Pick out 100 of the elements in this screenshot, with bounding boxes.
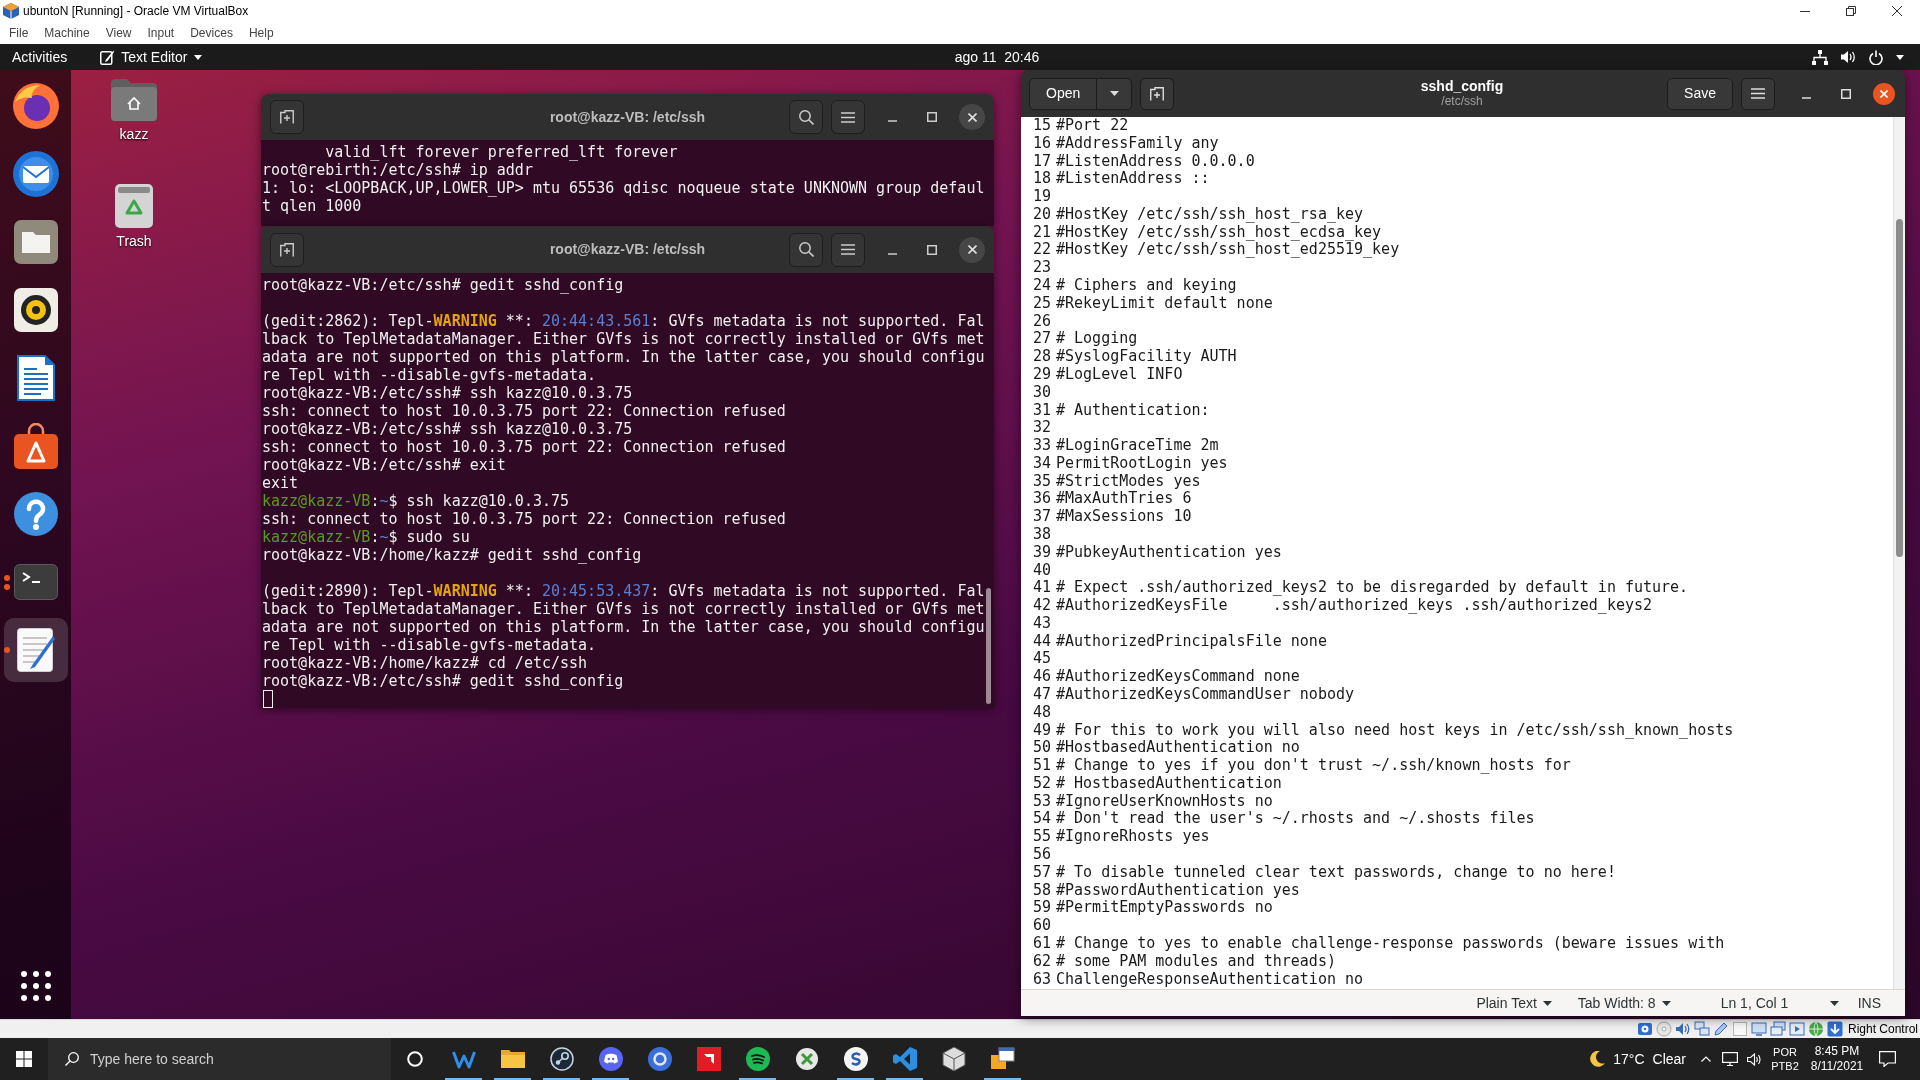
network-icon (1693, 1021, 1710, 1037)
menu-button[interactable] (1741, 77, 1775, 110)
line-number: 23 (1033, 259, 1051, 278)
insert-mode: INS (1857, 993, 1881, 1013)
close-button[interactable] (959, 236, 985, 263)
close-icon (1892, 6, 1902, 16)
minimize-icon (887, 252, 897, 255)
sound-waves-icon (745, 1047, 770, 1071)
text-editor-icon (100, 49, 115, 65)
scrollbar[interactable] (1896, 219, 1903, 557)
weather-button[interactable]: 17°C Clear (1582, 1038, 1694, 1080)
terminal-line: t qlen 1000 (262, 197, 362, 215)
terminal-line: lback to TeplMetadataManager. Either GVfs is not correctly installed or GVfs met (262, 600, 985, 618)
search-button[interactable] (789, 100, 823, 134)
code-line: # For this to work you will also need host keys in /etc/ssh/ssh_known_hosts (1056, 721, 1734, 740)
dock-item[interactable] (4, 618, 68, 682)
line-number: 50 (1033, 739, 1051, 758)
controller-icon (598, 1047, 623, 1071)
folder-icon (500, 1047, 525, 1071)
text-editor-icon (17, 628, 55, 672)
code-line: # Ciphers and keying (1056, 277, 1237, 295)
clock-button[interactable]: 8:45 PM 8/11/2021 (1804, 1038, 1870, 1080)
line-number: 20 (1033, 205, 1051, 224)
code-line: #AuthorizedPrincipalsFile none (1056, 632, 1327, 651)
icon-label: Trash (116, 233, 152, 249)
tab-width-button[interactable]: Tab Width: 8 (1577, 992, 1671, 1014)
search-icon (798, 242, 814, 257)
line-number: 24 (1033, 277, 1051, 295)
new-tab-button[interactable] (270, 100, 304, 134)
terminal-line: root@kazz-VB:/etc/ssh# exit (262, 456, 506, 474)
line-number: 42 (1033, 597, 1051, 615)
search-icon (798, 109, 814, 125)
line-number: 36 (1033, 490, 1051, 509)
language-button[interactable]: POR PTB2 (1766, 1038, 1804, 1080)
search-button[interactable] (789, 232, 823, 267)
circle-icon[interactable] (407, 1051, 423, 1067)
notification-icon[interactable] (1878, 1051, 1896, 1067)
new-tab-button[interactable] (270, 232, 304, 267)
caret-down-icon (1896, 54, 1904, 60)
cube-icon (3, 3, 19, 19)
clock[interactable]: ago 11 20:46 (948, 44, 1046, 70)
caret-down-icon (1109, 91, 1119, 96)
code-line: #HostKey /etc/ssh/ssh_host_ed25519_key (1056, 241, 1400, 260)
line-number: 48 (1033, 703, 1051, 722)
line-number: 51 (1033, 757, 1051, 775)
open-button[interactable]: Open (1029, 77, 1098, 110)
terminal-line: root@kazz-VB:/etc/ssh# gedit sshd_config (262, 672, 624, 690)
line-number: 52 (1033, 774, 1051, 793)
new-document-button[interactable] (1140, 77, 1175, 110)
save-button[interactable]: Save (1667, 77, 1733, 110)
caret-down-icon (194, 54, 203, 60)
home-folder-icon[interactable] (111, 79, 157, 121)
code-line: # Authentication: (1056, 401, 1210, 420)
menu-item[interactable]: Help (248, 26, 274, 40)
activities-button[interactable]: Activities (0, 44, 80, 70)
menu-icon (1751, 88, 1765, 99)
audio-icon (1674, 1021, 1691, 1037)
help-icon (14, 492, 58, 536)
minimize-icon (1800, 10, 1810, 12)
menu-item[interactable]: Devices (190, 26, 233, 40)
terminal-line: kazz@kazz-VB:~$ ssh kazz@10.0.3.75 (262, 492, 570, 510)
app-menu-button[interactable]: Text Editor (100, 44, 203, 70)
arrow-down-icon (1826, 1021, 1843, 1037)
close-button[interactable] (1873, 82, 1895, 105)
close-icon (967, 112, 977, 122)
menu-item[interactable]: Input (147, 26, 175, 40)
menu-button[interactable] (831, 100, 865, 134)
code-line: #MaxSessions 10 (1056, 508, 1192, 526)
code-ribbon-icon (892, 1047, 917, 1071)
scrollbar[interactable] (986, 588, 991, 704)
line-number: 63 (1033, 970, 1051, 989)
close-button[interactable] (959, 104, 985, 130)
menu-button[interactable] (831, 232, 865, 267)
menu-item[interactable]: View (105, 26, 132, 40)
document-icon (17, 355, 55, 401)
line-number: 40 (1033, 561, 1051, 580)
line-number: 19 (1033, 188, 1051, 206)
line-number: 31 (1033, 401, 1051, 420)
line-number: 15 (1033, 117, 1051, 135)
minimize-icon (1801, 96, 1811, 99)
cursor-position-button[interactable]: Ln 1, Col 1 (1720, 992, 1839, 1014)
code-line: # Change to yes to enable challenge-response passwords (beware issues with (1056, 934, 1725, 953)
code-line: #PubkeyAuthentication yes (1056, 543, 1282, 562)
search-field[interactable]: Type here to search (48, 1038, 391, 1080)
moon-icon (1590, 1051, 1606, 1067)
new-tab-icon (1150, 86, 1165, 101)
language-button[interactable]: Plain Text (1476, 992, 1552, 1014)
open-menu-button[interactable] (1097, 77, 1133, 110)
speaker-icon[interactable] (1746, 1052, 1762, 1066)
code-line: # Change to yes if you don't trust ~/.ssh/known_hosts for (1056, 757, 1571, 775)
cube-icon (941, 1047, 966, 1071)
network-icon[interactable] (1722, 1052, 1738, 1066)
code-line: #IgnoreUserKnownHosts no (1056, 792, 1273, 811)
menu-item[interactable]: Machine (44, 26, 90, 40)
chevron-up-icon[interactable] (1701, 1056, 1711, 1062)
terminal-line: (gedit:2862): Tepl-WARNING **: 20:44:43.561: GVfs metadata is not supported. Fal (262, 312, 985, 330)
app-grid-icon[interactable] (21, 971, 51, 1001)
menu-item[interactable]: File (9, 26, 29, 40)
terminal-icon (14, 564, 58, 600)
code-line: #HostKey /etc/ssh/ssh_host_ecdsa_key (1056, 223, 1382, 242)
